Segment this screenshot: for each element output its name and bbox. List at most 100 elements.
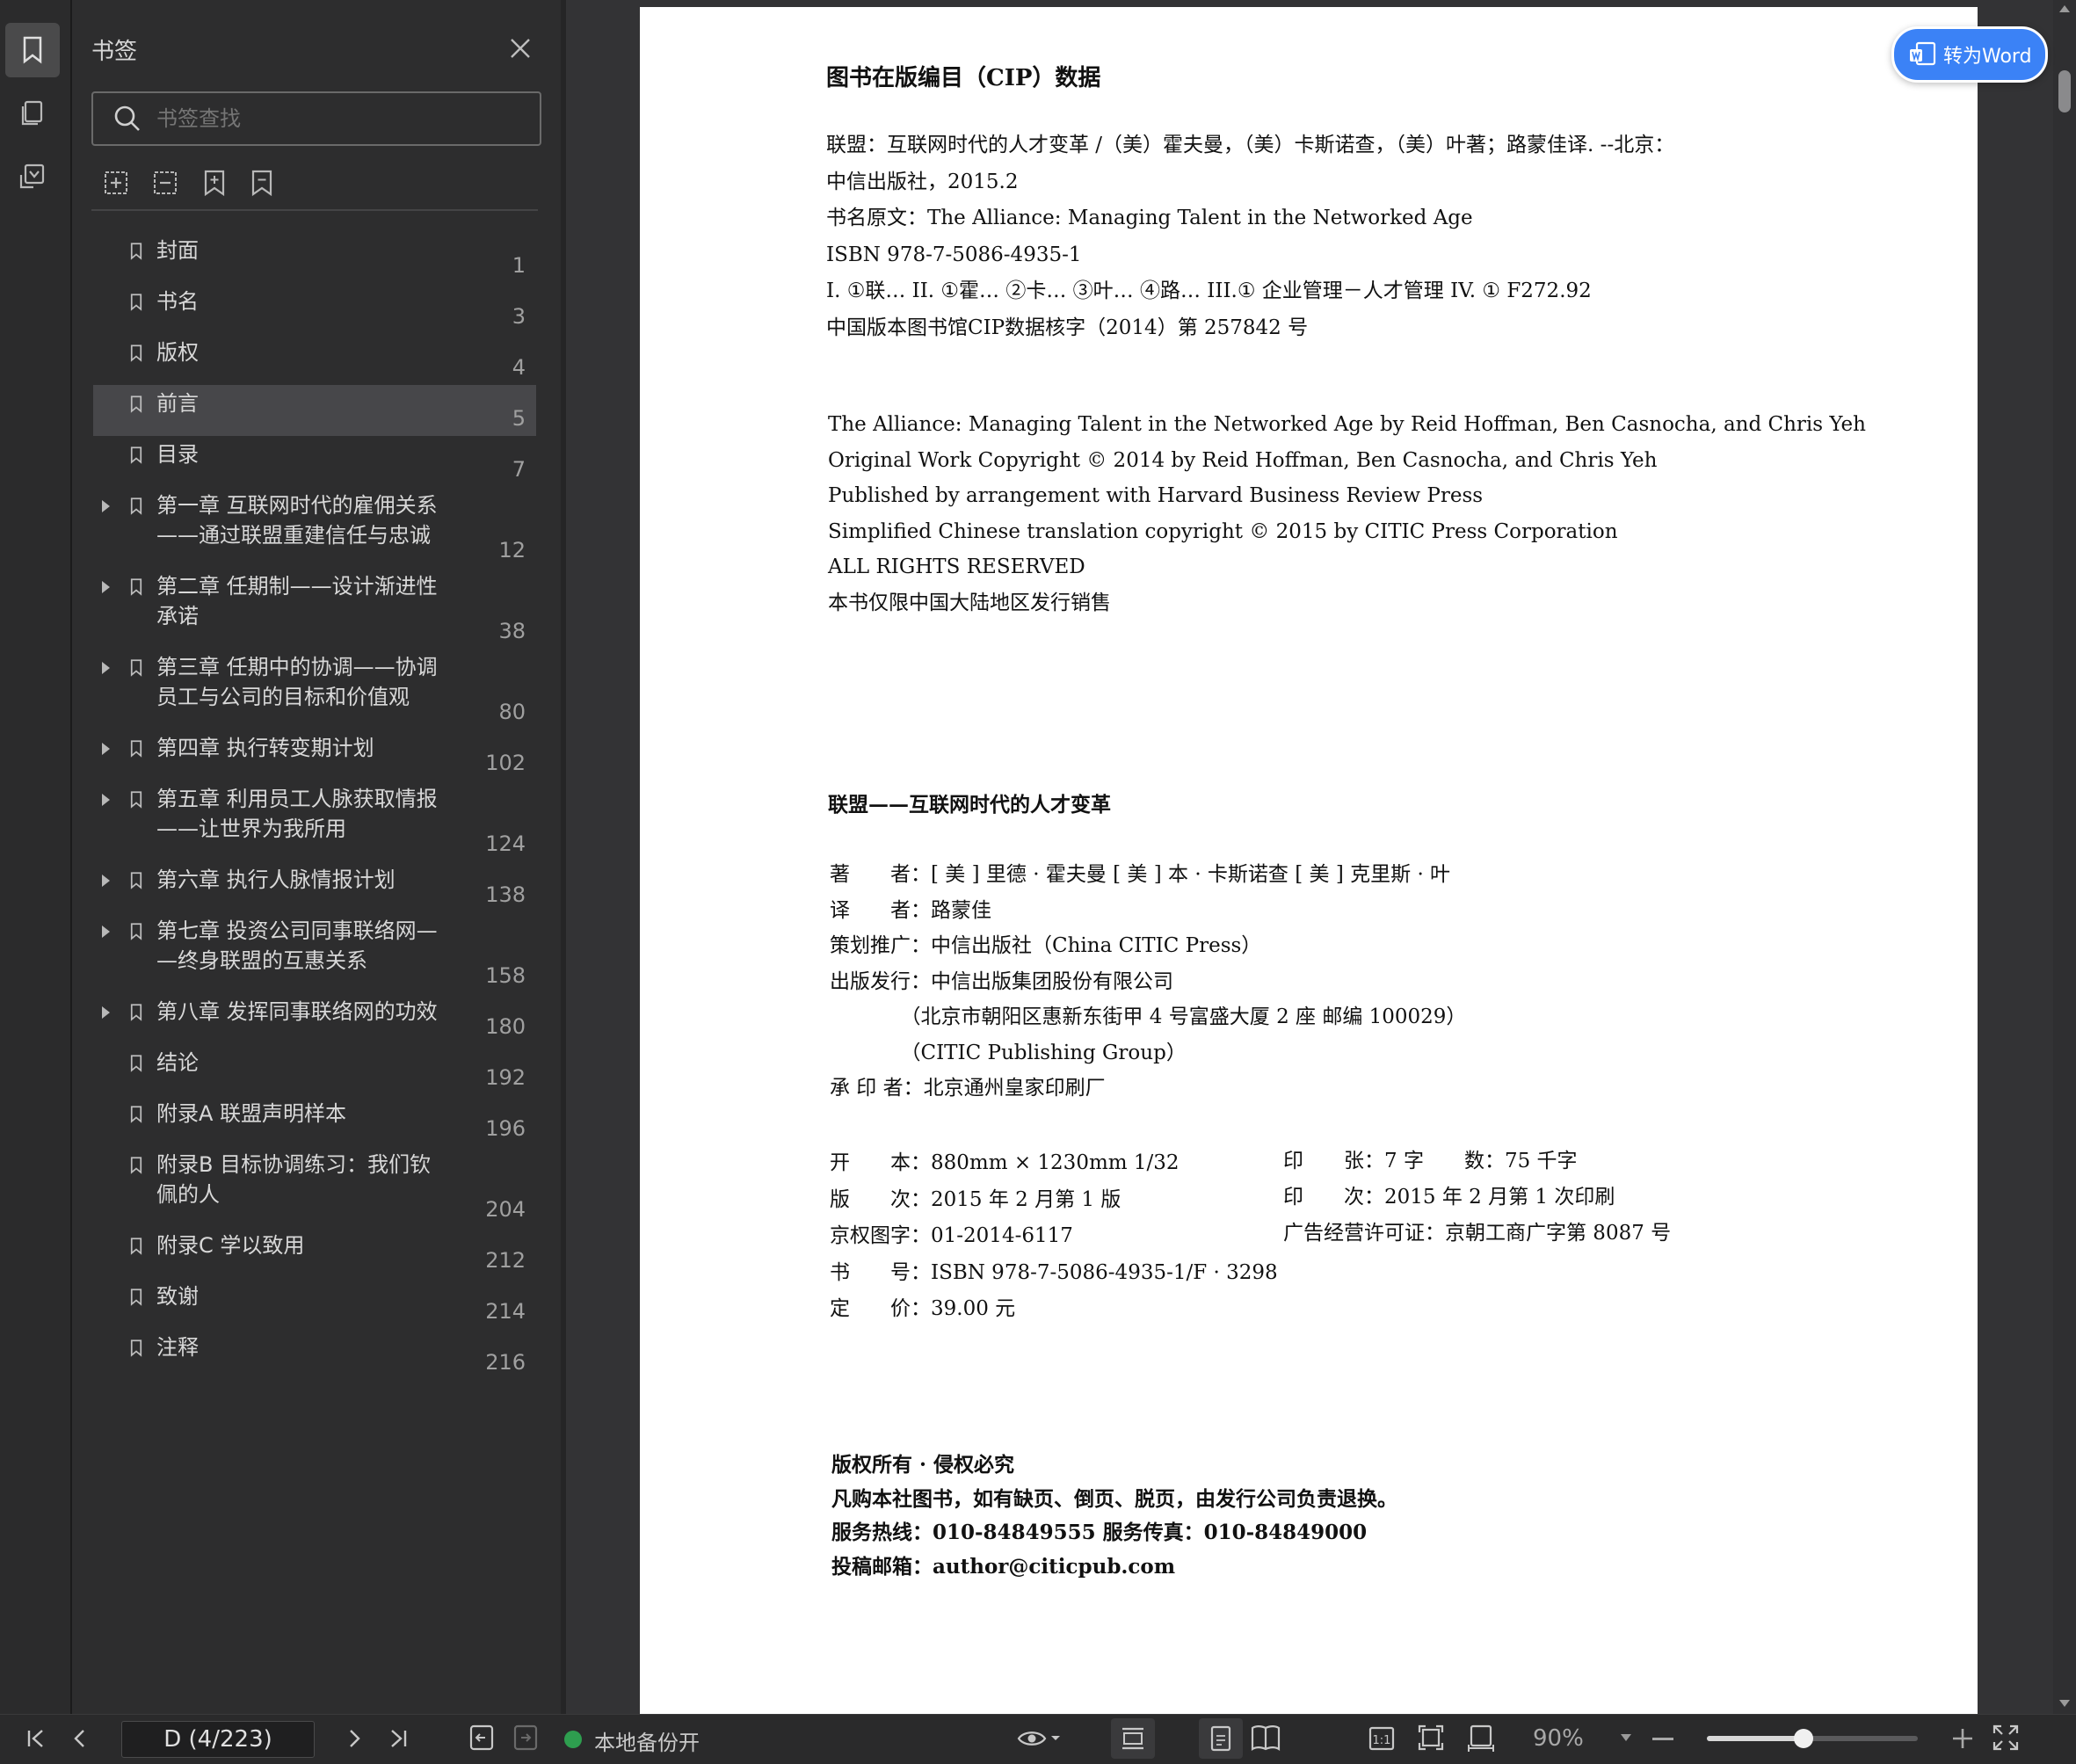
bookmark-item[interactable]: 前言 5 xyxy=(93,385,536,436)
chevron-left-icon xyxy=(74,1730,84,1747)
bookmark-item[interactable]: 第八章 发挥同事联络网的功效 180 xyxy=(93,993,536,1044)
copyright-line: Original Work Copyright © 2014 by Reid H… xyxy=(828,448,1658,472)
credit-line: 策划推广：中信出版社（China CITIC Press） xyxy=(830,934,1262,957)
expand-arrow-icon[interactable] xyxy=(102,794,110,806)
thumbnail-panel-button[interactable] xyxy=(5,86,60,141)
backup-status-dot-icon xyxy=(564,1731,582,1748)
cip-line: 中国版本图书馆CIP数据核字（2014）第 257842 号 xyxy=(826,316,1309,339)
convert-to-word-button[interactable]: 转为Word xyxy=(1891,26,2048,83)
forward-icon xyxy=(513,1724,538,1751)
zoom-level[interactable]: 90% xyxy=(1533,1725,1584,1752)
backup-status-label[interactable]: 本地备份开 xyxy=(594,1725,700,1756)
expand-arrow-icon[interactable] xyxy=(102,926,110,938)
prev-page-button[interactable] xyxy=(67,1725,93,1755)
single-page-button[interactable] xyxy=(1199,1718,1243,1759)
actual-size-button[interactable]: 1:1 xyxy=(1368,1725,1396,1755)
cip-line: 联盟：互联网时代的人才变革 /（美）霍夫曼，（美）卡斯诺查，（美）叶著；路蒙佳译… xyxy=(826,134,1675,156)
spec-line: 书 号：ISBN 978-7-5086-4935-1/F · 3298 xyxy=(830,1260,1278,1284)
copyright-line: ALL RIGHTS RESERVED xyxy=(828,555,1085,578)
bookmark-icon xyxy=(130,1289,142,1306)
bookmark-page-number: 204 xyxy=(485,1197,526,1222)
fit-page-button[interactable] xyxy=(1417,1724,1445,1755)
bookmark-item[interactable]: 版权 4 xyxy=(93,334,536,385)
bookmark-item[interactable]: 致谢 214 xyxy=(93,1278,536,1329)
double-page-icon xyxy=(1251,1725,1281,1752)
bookmark-page-number: 102 xyxy=(485,751,526,775)
bookmark-item[interactable]: 第七章 投资公司同事联络网— —终身联盟的互惠关系 158 xyxy=(93,912,536,993)
bookmark-label: 封面 xyxy=(156,238,199,263)
zoom-slider-knob[interactable] xyxy=(1794,1729,1814,1748)
bookmark-panel-button[interactable] xyxy=(5,23,60,77)
bookmark-item[interactable]: 附录A 联盟声明样本 196 xyxy=(93,1095,536,1146)
bookmark-item[interactable]: 附录C 学以致用 212 xyxy=(93,1227,536,1278)
bookmark-search-box[interactable] xyxy=(91,91,541,146)
reading-mode-button[interactable] xyxy=(1016,1724,1062,1757)
delete-bookmark-button[interactable] xyxy=(248,169,276,197)
bookmark-search-input[interactable] xyxy=(155,100,527,137)
fullscreen-button[interactable] xyxy=(1992,1724,2020,1755)
continuous-scroll-button[interactable] xyxy=(1111,1718,1155,1759)
back-button[interactable] xyxy=(468,1724,496,1755)
expand-all-button[interactable] xyxy=(102,169,130,197)
bookmark-item[interactable]: 结论 192 xyxy=(93,1044,536,1095)
bookmark-label: 版权 xyxy=(156,340,199,365)
zoom-in-button[interactable] xyxy=(1951,1727,1974,1753)
bookmark-label: 第五章 利用员工人脉获取情报 ——让世界为我所用 xyxy=(156,787,438,841)
word-convert-icon xyxy=(1910,41,1936,66)
page-indicator-input[interactable]: D (4/223) xyxy=(121,1721,315,1758)
bookmark-item[interactable]: 第二章 任期制——设计渐进性 承诺 38 xyxy=(93,568,536,649)
bookmark-item[interactable]: 书名 3 xyxy=(93,283,536,334)
spec-line: 版 次：2015 年 2 月第 1 版 xyxy=(830,1187,1121,1211)
bookmark-item[interactable]: 第六章 执行人脉情报计划 138 xyxy=(93,861,536,912)
collapse-all-icon xyxy=(154,171,177,194)
panel-title: 书签 xyxy=(91,39,138,65)
bookmark-label: 第八章 发挥同事联络网的功效 xyxy=(156,999,438,1024)
credit-line: （CITIC Publishing Group） xyxy=(830,1041,1187,1064)
close-panel-button[interactable] xyxy=(507,35,534,62)
expand-all-icon xyxy=(105,171,127,194)
bookmark-item[interactable]: 封面 1 xyxy=(93,232,536,283)
bookmark-item[interactable]: 第一章 互联网时代的雇佣关系 ——通过联盟重建信任与忠诚 12 xyxy=(93,487,536,568)
expand-arrow-icon[interactable] xyxy=(102,662,110,674)
scrollbar-thumb[interactable] xyxy=(2058,70,2071,113)
copyright-line: Published by arrangement with Harvard Bu… xyxy=(828,484,1484,507)
bookmark-item[interactable]: 注释 216 xyxy=(93,1329,536,1380)
next-page-button[interactable] xyxy=(341,1725,367,1755)
bookmark-page-number: 138 xyxy=(485,882,526,907)
last-page-button[interactable] xyxy=(385,1725,411,1755)
spec-line: 定 价：39.00 元 xyxy=(830,1297,1016,1320)
bookmark-item[interactable]: 第五章 利用员工人脉获取情报 ——让世界为我所用 124 xyxy=(93,780,536,861)
bookmark-item[interactable]: 目录 7 xyxy=(93,436,536,487)
expand-arrow-icon[interactable] xyxy=(102,581,110,593)
first-page-button[interactable] xyxy=(23,1725,49,1755)
zoom-slider-fill xyxy=(1707,1736,1804,1741)
scroll-up-arrow-icon[interactable] xyxy=(2059,5,2070,12)
scroll-down-arrow-icon[interactable] xyxy=(2059,1700,2070,1707)
bookmark-label: 第一章 互联网时代的雇佣关系 ——通过联盟重建信任与忠诚 xyxy=(156,493,438,548)
bookmark-icon xyxy=(130,791,142,809)
bookmark-item[interactable]: 第三章 任期中的协调——协调 员工与公司的目标和价值观 80 xyxy=(93,649,536,730)
bookmark-panel: 书签 封面 1 书名 3 版权 4 前言 5 目录 7 第一章 互联网时代的雇佣关系 ——通过联盟重… xyxy=(72,0,561,1714)
bookmark-page-number: 4 xyxy=(512,355,526,380)
collapse-all-button[interactable] xyxy=(151,169,179,197)
zoom-slider[interactable] xyxy=(1707,1729,1918,1748)
bookmark-item[interactable]: 第四章 执行转变期计划 102 xyxy=(93,730,536,780)
double-page-button[interactable] xyxy=(1250,1724,1281,1755)
bookmark-icon xyxy=(130,740,142,758)
expand-arrow-icon[interactable] xyxy=(102,875,110,887)
add-bookmark-button[interactable] xyxy=(200,169,229,197)
expand-arrow-icon[interactable] xyxy=(102,500,110,512)
annotation-panel-button[interactable] xyxy=(5,149,60,204)
expand-arrow-icon[interactable] xyxy=(102,1006,110,1019)
expand-arrow-icon[interactable] xyxy=(102,743,110,755)
fit-width-button[interactable] xyxy=(1466,1724,1496,1755)
zoom-dropdown-chevron-icon[interactable] xyxy=(1621,1734,1631,1741)
credit-line: 出版发行：中信出版集团股份有限公司 xyxy=(830,969,1173,993)
forward-button[interactable] xyxy=(512,1724,540,1755)
zoom-out-button[interactable] xyxy=(1652,1738,1673,1740)
bookmark-page-number: 7 xyxy=(512,457,526,482)
vertical-scrollbar[interactable] xyxy=(2053,0,2076,1714)
bookmark-page-number: 212 xyxy=(485,1248,526,1273)
back-icon xyxy=(469,1724,494,1751)
bookmark-item[interactable]: 附录B 目标协调练习：我们钦 佩的人 204 xyxy=(93,1146,536,1227)
